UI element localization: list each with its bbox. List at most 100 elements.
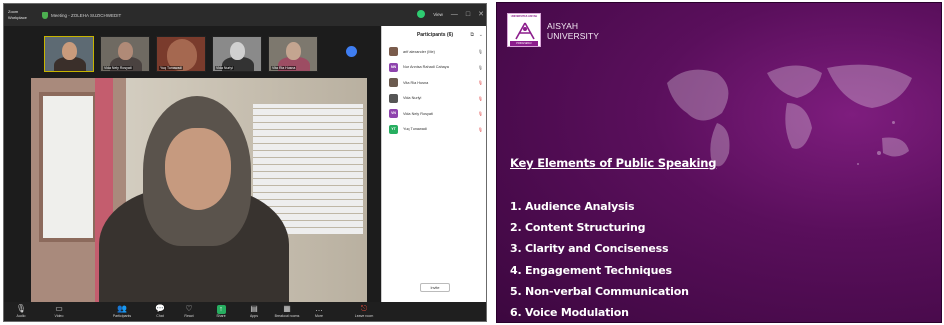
meeting-title: Meeting - ZOLEHA SUZICHWEDIT bbox=[51, 12, 122, 18]
chat-icon: 💬 bbox=[155, 304, 165, 313]
thumbnail-strip: Vida Nely Rosyati Yuq Tunawadi Vida Nurl… bbox=[44, 36, 318, 72]
toolbar-label: Share bbox=[216, 314, 226, 318]
maximize-button[interactable]: □ bbox=[466, 11, 470, 18]
mic-glyph: 🎙 bbox=[477, 111, 483, 117]
bullet-item: 3. Clarity and Conciseness bbox=[510, 242, 669, 256]
participant-row[interactable]: Vita Ria Husna 🎙 bbox=[382, 75, 486, 91]
participant-name: Yuq Tunawadi bbox=[403, 127, 427, 132]
video-door-glass bbox=[39, 92, 97, 242]
toolbar-label: Video bbox=[54, 314, 64, 318]
zoom-window: Zoom Workplace Meeting - ZOLEHA SUZICHWE… bbox=[3, 3, 487, 322]
next-page-icon[interactable] bbox=[346, 46, 357, 57]
participant-row[interactable]: arif alexander (Me) 🎙 bbox=[382, 44, 486, 60]
leave-icon: ⎋ bbox=[360, 304, 368, 313]
participant-row[interactable]: Vida Nurlyi 🎙 bbox=[382, 91, 486, 107]
apps-button[interactable]: ▤ Apps bbox=[239, 304, 269, 319]
participant-thumbnail[interactable]: Yuq Tunawadi bbox=[156, 36, 206, 72]
share-icon: ↑ bbox=[216, 305, 226, 314]
participant-name: arif alexander (Me) bbox=[403, 49, 435, 54]
video-button[interactable]: ▭ Video bbox=[44, 304, 74, 319]
toolbar-label: Audio bbox=[16, 314, 26, 318]
mic-glyph: 🎙 bbox=[477, 49, 483, 55]
bullet-item: 6. Voice Modulation bbox=[510, 306, 629, 320]
slide-heading: Key Elements of Public Speaking bbox=[510, 156, 717, 170]
active-speaker-video[interactable] bbox=[31, 78, 367, 302]
minimize-button[interactable]: — bbox=[451, 11, 458, 18]
participant-name: Vita Ria Husna bbox=[403, 80, 429, 85]
continent-shape bbox=[785, 103, 812, 149]
participant-thumbnail[interactable] bbox=[44, 36, 94, 72]
mic-glyph: 🎙 bbox=[477, 126, 483, 132]
participant-face bbox=[286, 42, 301, 60]
people-icon: 👥 bbox=[117, 304, 127, 313]
apps-icon: ▤ bbox=[250, 304, 258, 313]
bullet-item: 1. Audience Analysis bbox=[510, 200, 635, 213]
breakout-rooms-button[interactable]: ▦ Breakout rooms bbox=[272, 304, 302, 319]
avatar bbox=[389, 47, 398, 57]
participant-thumbnail[interactable]: Vida Nurlyi bbox=[212, 36, 262, 72]
participant-row[interactable]: NN Nur Annisa Rahadi Cahaya 🎙 bbox=[382, 60, 486, 76]
avatar: NN bbox=[389, 62, 398, 72]
grid-icon: ▦ bbox=[283, 304, 291, 313]
continent-shape bbox=[882, 137, 909, 157]
share-button[interactable]: ↑ Share bbox=[206, 304, 236, 319]
microphone-icon[interactable]: 🎙 bbox=[478, 65, 483, 70]
presentation-slide: UNIVERSITAS AISYAH PRINGSEWU AISYAH UNIV… bbox=[496, 2, 942, 323]
participants-title: Participants (6) bbox=[416, 32, 454, 38]
popout-icon[interactable]: ⧉ bbox=[470, 26, 474, 44]
sparkle-dot bbox=[877, 151, 881, 155]
toolbar-label: Chat bbox=[156, 314, 164, 318]
avatar bbox=[389, 93, 398, 103]
react-button[interactable]: ♡ React bbox=[174, 304, 204, 319]
participant-face bbox=[118, 42, 133, 60]
title-bar-controls: View — □ ✕ bbox=[417, 10, 484, 18]
microphone-muted-icon[interactable]: 🎙 bbox=[478, 111, 483, 116]
participant-row[interactable]: YT Yuq Tunawadi 🎙 bbox=[382, 122, 486, 138]
invite-button[interactable]: Invite bbox=[420, 283, 450, 292]
brand-line-1: AISYAH bbox=[547, 21, 579, 31]
speaker-face bbox=[165, 128, 231, 210]
logo-top-text: UNIVERSITAS AISYAH bbox=[510, 15, 538, 18]
view-button[interactable]: View bbox=[433, 12, 443, 17]
toolbar-label: More bbox=[315, 314, 323, 318]
participant-row[interactable]: VN Vida Nely Rosyati 🎙 bbox=[382, 106, 486, 122]
heart-icon: ♡ bbox=[185, 304, 193, 313]
participants-button[interactable]: 👥 Participants bbox=[107, 304, 137, 319]
microphone-muted-icon[interactable]: 🎙 bbox=[478, 80, 483, 85]
toolbar-label: Apps bbox=[250, 314, 258, 318]
leave-button[interactable]: ⎋ Leave room bbox=[349, 304, 379, 319]
participant-thumbnail[interactable]: Vita Ria Husna bbox=[268, 36, 318, 72]
thumbnail-name: Vida Nely Rosyati bbox=[103, 66, 133, 70]
participant-name: Vida Nurlyi bbox=[403, 96, 422, 101]
shield-icon[interactable] bbox=[42, 11, 48, 19]
thumbnail-name: Vida Nurlyi bbox=[215, 66, 234, 70]
screenshot-root: Zoom Workplace Meeting - ZOLEHA SUZICHWE… bbox=[0, 0, 944, 325]
participant-face bbox=[230, 42, 245, 60]
thumbnail-name: Vita Ria Husna bbox=[271, 66, 297, 70]
toolbar-label: Participants bbox=[112, 314, 132, 318]
chat-button[interactable]: 💬 Chat bbox=[145, 304, 175, 319]
mic-glyph: 🎙 bbox=[477, 95, 483, 101]
close-button[interactable]: ✕ bbox=[478, 11, 484, 18]
microphone-icon[interactable]: 🎙 bbox=[478, 49, 483, 54]
avatar bbox=[389, 78, 398, 88]
slide-bullet-list: 1. Audience Analysis 2. Content Structur… bbox=[510, 196, 689, 322]
university-logo: UNIVERSITAS AISYAH PRINGSEWU bbox=[507, 13, 541, 47]
more-button[interactable]: … More bbox=[304, 304, 334, 319]
thumbnail-name: Yuq Tunawadi bbox=[159, 66, 183, 70]
sparkle-dot bbox=[892, 121, 895, 124]
participant-thumbnail[interactable]: Vida Nely Rosyati bbox=[100, 36, 150, 72]
participants-header: Participants (6) ⧉ ⌄ bbox=[382, 26, 486, 44]
continent-shape bbox=[767, 65, 822, 98]
toolbar-label: Leave room bbox=[354, 314, 374, 318]
brand-line-2: UNIVERSITY bbox=[547, 31, 600, 41]
audio-button[interactable]: 🎙 Audio bbox=[6, 304, 36, 319]
security-status-icon[interactable] bbox=[417, 10, 426, 18]
video-area: Vida Nely Rosyati Yuq Tunawadi Vida Nurl… bbox=[4, 26, 381, 302]
title-bar: Zoom Workplace Meeting - ZOLEHA SUZICHWE… bbox=[4, 4, 486, 26]
panel-close-icon[interactable]: ⌄ bbox=[479, 26, 483, 44]
mic-glyph: 🎙 bbox=[477, 80, 483, 86]
bullet-item: 2. Content Structuring bbox=[510, 221, 646, 235]
microphone-muted-icon[interactable]: 🎙 bbox=[478, 127, 483, 132]
microphone-muted-icon[interactable]: 🎙 bbox=[478, 96, 483, 101]
